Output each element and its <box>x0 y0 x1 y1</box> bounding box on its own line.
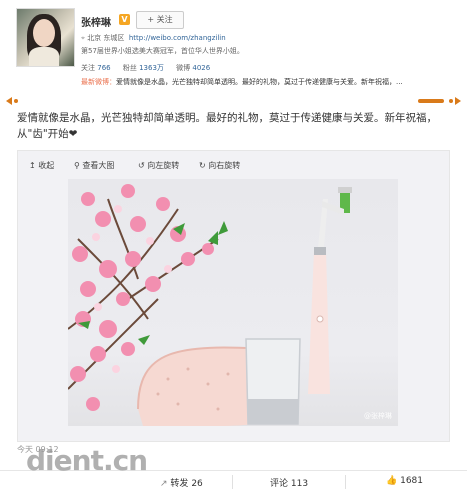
profile-card: 张梓琳 V + 关注 ⌖ 北京 东城区 http://weibo.com/zha… <box>16 8 456 90</box>
profile-location: 北京 东城区 <box>87 34 125 42</box>
photo-watermark: @张梓琳 <box>364 412 392 420</box>
media-panel: ↥ 收起 ⚲ 查看大图 ↺ 向左旋转 ↻ 向右旋转 @张梓琳 <box>17 150 450 442</box>
verified-icon: V <box>119 14 130 25</box>
thumbs-up-icon: 👍 <box>386 476 398 486</box>
toothbrush-photo-illustration <box>68 184 352 426</box>
magnifier-icon: ⚲ <box>74 161 80 170</box>
divider <box>232 475 233 489</box>
forward-button[interactable]: ↗ 转发 26 <box>160 476 203 489</box>
weibo-count[interactable]: 4026 <box>192 64 210 72</box>
profile-name[interactable]: 张梓琳 <box>81 14 111 29</box>
view-large-button[interactable]: ⚲ 查看大图 <box>74 160 114 171</box>
fans-count[interactable]: 1363万 <box>139 64 164 72</box>
follow-count[interactable]: 766 <box>97 64 110 72</box>
site-logo: dient.cn <box>26 444 148 477</box>
follow-button[interactable]: + 关注 <box>136 11 184 29</box>
location-icon: ⌖ <box>81 34 85 42</box>
decorative-border <box>6 97 461 105</box>
profile-stats: 关注 766 粉丝 1363万 微博 4026 <box>81 63 220 73</box>
comment-button[interactable]: 评论 113 <box>270 476 308 489</box>
avatar[interactable] <box>16 8 75 67</box>
latest-weibo-text[interactable]: 爱情就像是水晶，光芒独特却简单透明。最好的礼物，莫过于传递健康与关爱。新年祝福，… <box>116 78 403 86</box>
like-button[interactable]: 👍 1681 <box>386 476 423 486</box>
forward-icon: ↗ <box>160 479 168 489</box>
rotate-left-button[interactable]: ↺ 向左旋转 <box>138 160 179 171</box>
profile-location-row: ⌖ 北京 东城区 http://weibo.com/zhangzilin <box>81 33 226 43</box>
post-photo[interactable]: @张梓琳 <box>68 179 398 426</box>
rotate-right-icon: ↻ <box>199 161 206 170</box>
profile-url[interactable]: http://weibo.com/zhangzilin <box>129 34 226 42</box>
post-text: 爱情就像是水晶，光芒独特却简单透明。最好的礼物，莫过于传递健康与关爱。新年祝福，… <box>17 112 437 140</box>
latest-weibo: 最新微博：爱情就像是水晶，光芒独特却简单透明。最好的礼物，莫过于传递健康与关爱。… <box>81 77 403 87</box>
rotate-right-button[interactable]: ↻ 向右旋转 <box>199 160 240 171</box>
latest-weibo-label: 最新微博： <box>81 78 116 86</box>
divider <box>345 475 346 489</box>
follow-count-label: 关注 <box>81 64 95 72</box>
collapse-icon: ↥ <box>29 161 36 170</box>
profile-description: 第57届世界小姐选美大赛冠军，首位华人世界小姐。 <box>81 47 244 55</box>
rotate-left-icon: ↺ <box>138 161 145 170</box>
weibo-count-label: 微博 <box>176 64 191 72</box>
collapse-button[interactable]: ↥ 收起 <box>29 160 54 171</box>
fans-count-label: 粉丝 <box>122 64 137 72</box>
